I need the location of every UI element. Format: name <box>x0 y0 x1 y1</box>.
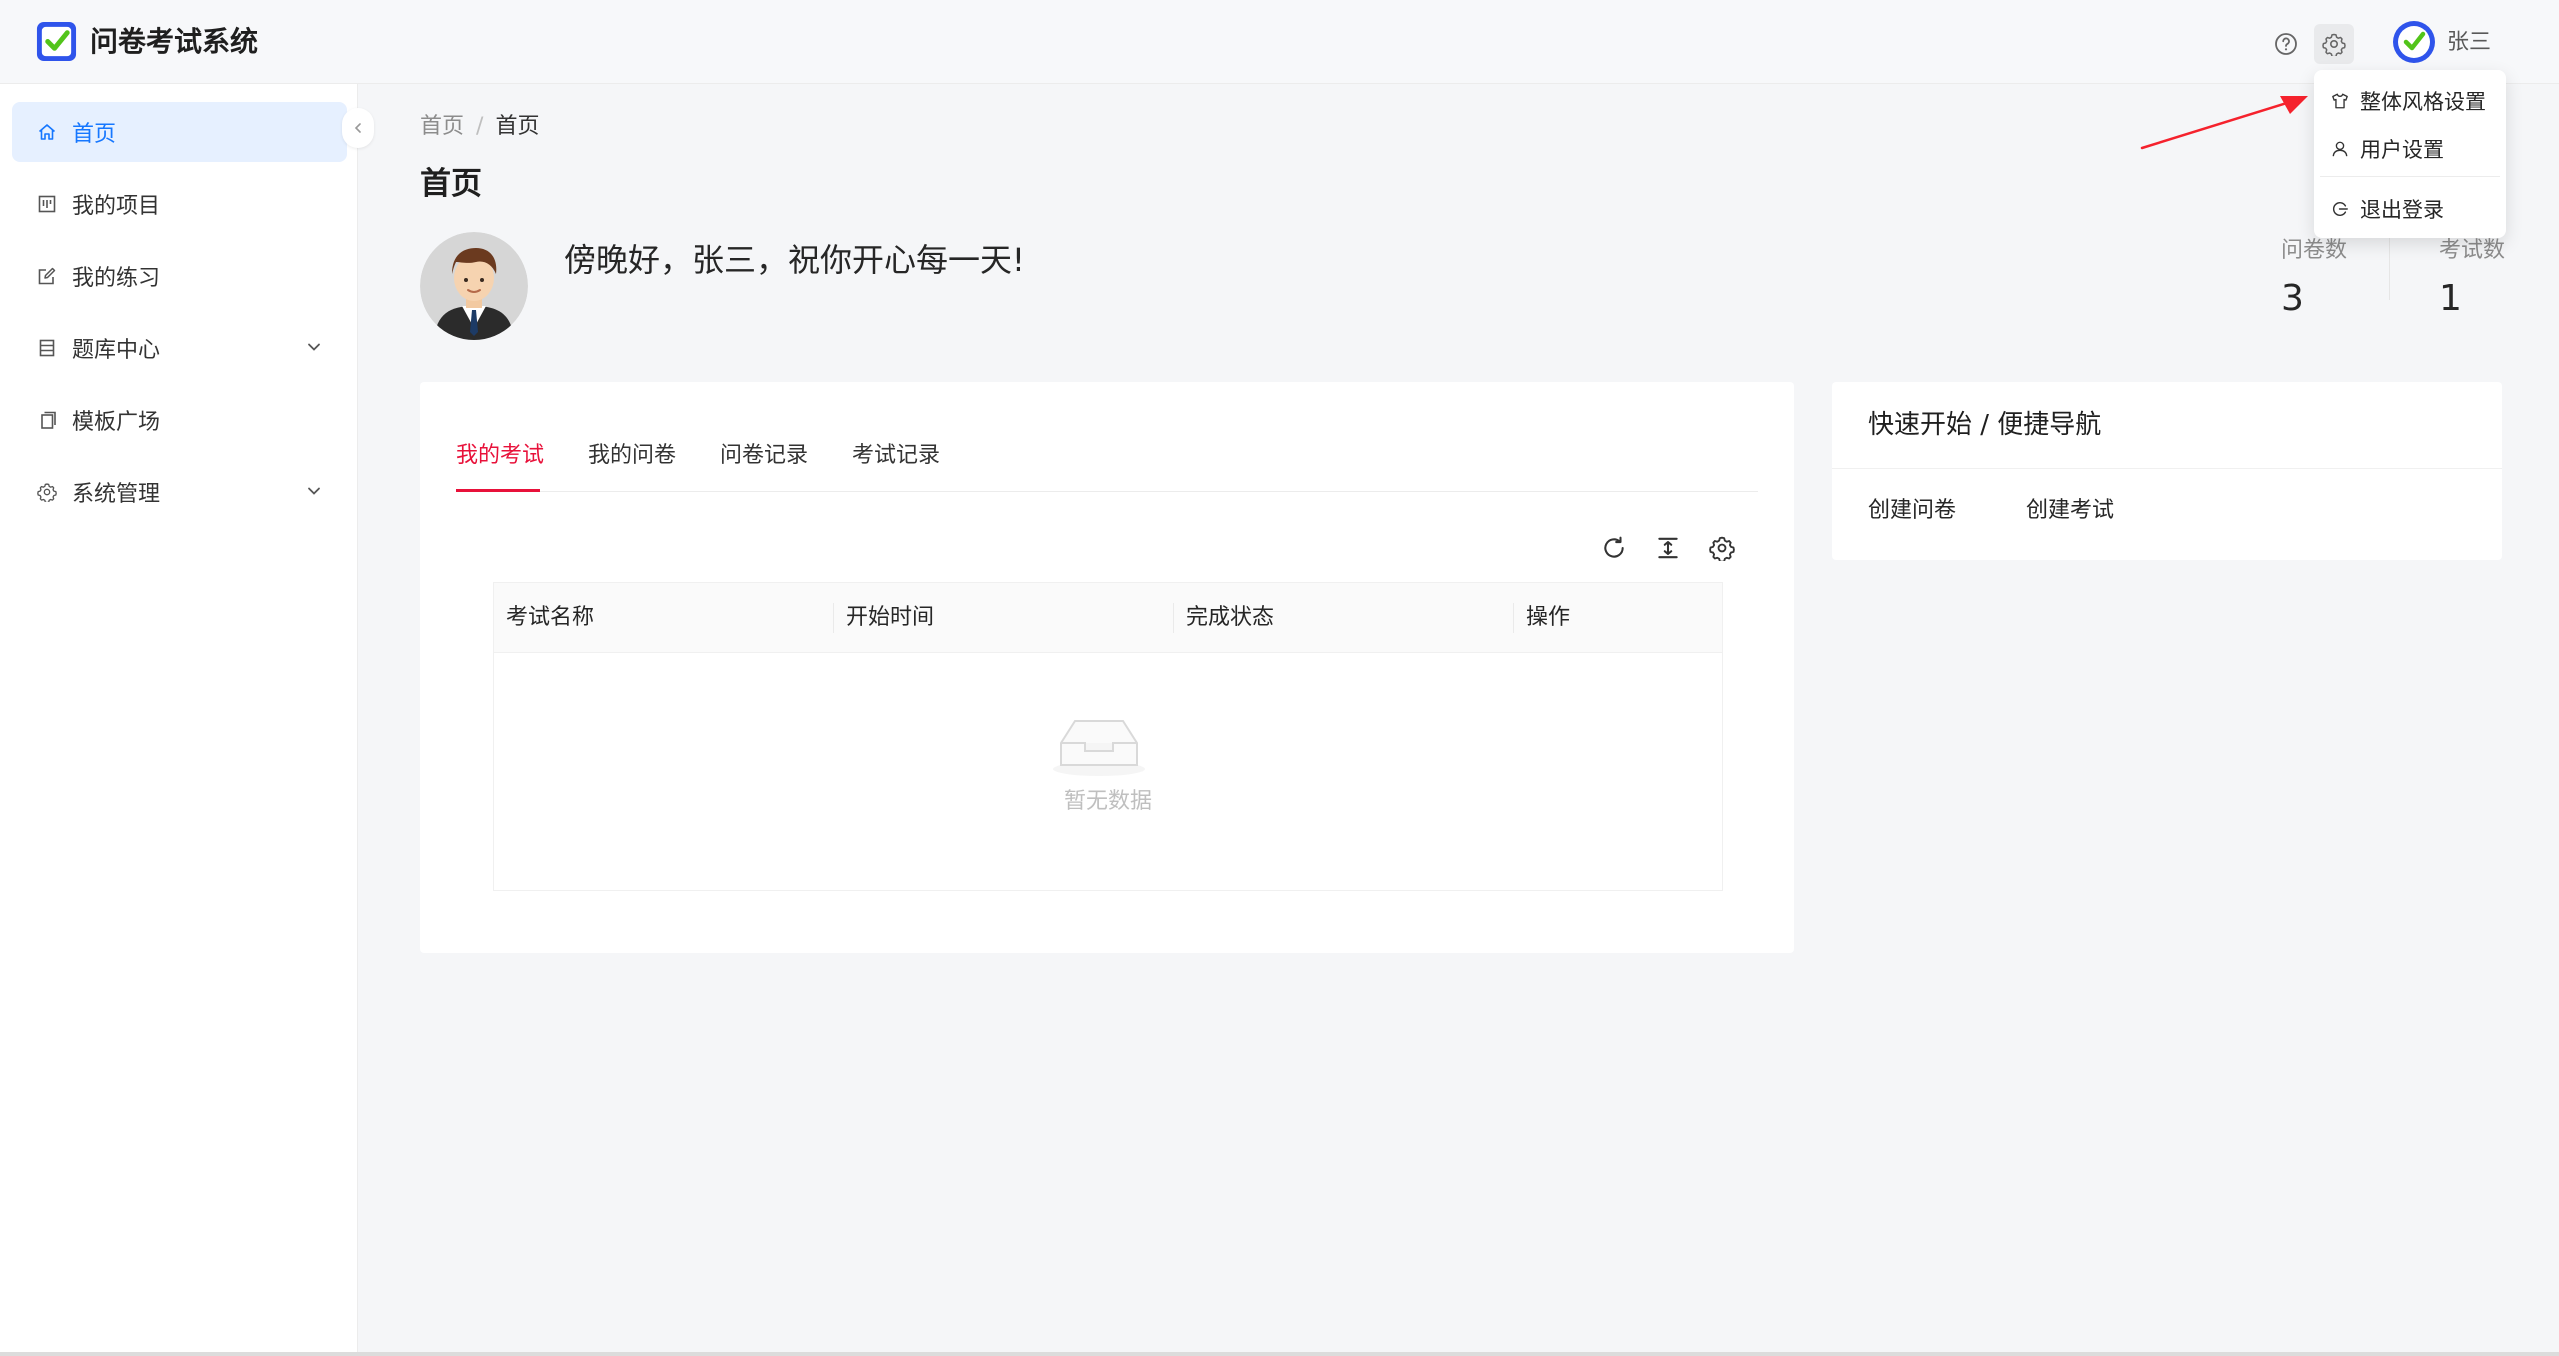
stat-label: 考试数 <box>2439 238 2506 263</box>
user-name[interactable]: 张三 <box>2447 28 2491 58</box>
column-header-status: 完成状态 <box>1186 605 1275 630</box>
column-header-exam-name: 考试名称 <box>506 605 595 630</box>
menu-item-logout[interactable]: 退出登录 <box>2314 186 2506 232</box>
create-questionnaire-link[interactable]: 创建问卷 <box>1868 496 1956 526</box>
chevron-down-icon <box>308 487 320 495</box>
tab-my-exams[interactable]: 我的考试 <box>456 436 544 476</box>
user-dropdown-menu: 整体风格设置 用户设置 退出登录 <box>2314 70 2506 238</box>
help-button[interactable] <box>2266 24 2306 64</box>
sidebar-item-home[interactable]: 首页 <box>12 102 347 162</box>
sidebar: 首页 我的项目 我的练习 题库中心 模板广场 系统管理 <box>0 84 358 1356</box>
sidebar-item-practice[interactable]: 我的练习 <box>12 246 347 306</box>
empty-text: 暂无数据 <box>1063 789 1152 814</box>
edit-icon <box>38 267 56 285</box>
top-header: 问卷考试系统 张三 <box>0 0 2559 84</box>
user-avatar[interactable] <box>2392 20 2436 64</box>
page-title: 首页 <box>420 166 482 202</box>
help-icon <box>2275 33 2297 55</box>
sidebar-collapse-button[interactable] <box>342 108 374 148</box>
card-divider <box>1832 468 2502 469</box>
sidebar-item-label: 模板广场 <box>72 410 161 435</box>
sidebar-item-label: 首页 <box>72 122 117 147</box>
refresh-button[interactable] <box>1596 530 1632 566</box>
quick-start-card: 快速开始 / 便捷导航 创建问卷 创建考试 <box>1832 382 2502 560</box>
breadcrumb-separator: / <box>476 114 484 139</box>
stat-label: 问卷数 <box>2281 238 2348 263</box>
refresh-icon <box>1604 536 1624 558</box>
businessman-avatar-icon <box>420 232 528 340</box>
exam-card: 我的考试 我的问卷 问卷记录 考试记录 考试名称 开始时间 完成状态 操作 暂无… <box>420 382 1794 953</box>
window-bottom-border <box>0 1352 2559 1356</box>
sidebar-item-label: 题库中心 <box>72 338 161 363</box>
database-icon <box>39 339 55 357</box>
stat-exams: 考试数 1 <box>2439 236 2559 324</box>
sidebar-item-label: 我的练习 <box>72 266 161 291</box>
tab-active-indicator <box>456 489 540 492</box>
gear-icon <box>2322 33 2346 56</box>
breadcrumb-current: 首页 <box>495 114 540 139</box>
exam-table: 考试名称 开始时间 完成状态 操作 暂无数据 <box>493 582 1723 891</box>
sidebar-item-projects[interactable]: 我的项目 <box>12 174 347 234</box>
stat-divider <box>2389 236 2390 300</box>
settings-icon <box>37 483 57 502</box>
quick-start-title: 快速开始 / 便捷导航 <box>1868 410 2102 440</box>
stat-questionnaires: 问卷数 3 <box>2281 236 2401 324</box>
menu-divider <box>2320 176 2500 177</box>
welcome-avatar <box>420 232 528 340</box>
gear-icon <box>1709 536 1735 561</box>
tab-questionnaire-records[interactable]: 问卷记录 <box>720 436 808 476</box>
stat-value: 3 <box>2281 278 2304 319</box>
column-header-actions: 操作 <box>1526 605 1571 630</box>
stat-value: 1 <box>2439 278 2462 319</box>
create-exam-link[interactable]: 创建考试 <box>2026 496 2114 526</box>
breadcrumb-link[interactable]: 首页 <box>420 114 464 139</box>
column-height-icon <box>1658 537 1678 559</box>
app-title: 问卷考试系统 <box>90 25 259 58</box>
menu-item-user-settings[interactable]: 用户设置 <box>2314 126 2506 172</box>
home-icon <box>38 124 56 140</box>
logout-icon <box>2332 201 2348 217</box>
table-header: 考试名称 开始时间 完成状态 操作 <box>494 583 1722 653</box>
menu-item-label: 整体风格设置 <box>2360 90 2486 114</box>
menu-item-theme-settings[interactable]: 整体风格设置 <box>2314 78 2506 124</box>
project-icon <box>38 195 56 213</box>
sidebar-item-question-bank[interactable]: 题库中心 <box>12 318 347 378</box>
shirt-icon <box>2332 93 2348 109</box>
density-button[interactable] <box>1650 530 1686 566</box>
sidebar-item-system[interactable]: 系统管理 <box>12 462 347 522</box>
chevron-down-icon <box>308 343 320 351</box>
table-settings-button[interactable] <box>1704 530 1740 566</box>
column-header-start-time: 开始时间 <box>846 605 935 630</box>
copy-icon <box>41 411 56 429</box>
app-logo-icon[interactable] <box>35 20 78 63</box>
greeting-text: 傍晚好，张三，祝你开心每一天! <box>564 241 1025 279</box>
breadcrumb: 首页 / 首页 <box>420 112 539 142</box>
chevron-left-icon <box>354 123 361 133</box>
table-empty-state: 暂无数据 <box>494 653 1722 891</box>
user-icon <box>2332 141 2348 157</box>
tab-my-questionnaires[interactable]: 我的问卷 <box>588 436 676 476</box>
annotation-arrow-icon <box>2140 96 2308 150</box>
tab-exam-records[interactable]: 考试记录 <box>852 436 940 476</box>
menu-item-label: 退出登录 <box>2360 198 2444 222</box>
sidebar-item-label: 我的项目 <box>72 194 161 219</box>
menu-item-label: 用户设置 <box>2360 138 2444 162</box>
exam-tabs: 我的考试 我的问卷 问卷记录 考试记录 <box>456 436 1758 492</box>
sidebar-item-label: 系统管理 <box>72 482 161 507</box>
settings-button[interactable] <box>2314 24 2354 64</box>
sidebar-item-templates[interactable]: 模板广场 <box>12 390 347 450</box>
empty-inbox-icon <box>1053 720 1145 776</box>
